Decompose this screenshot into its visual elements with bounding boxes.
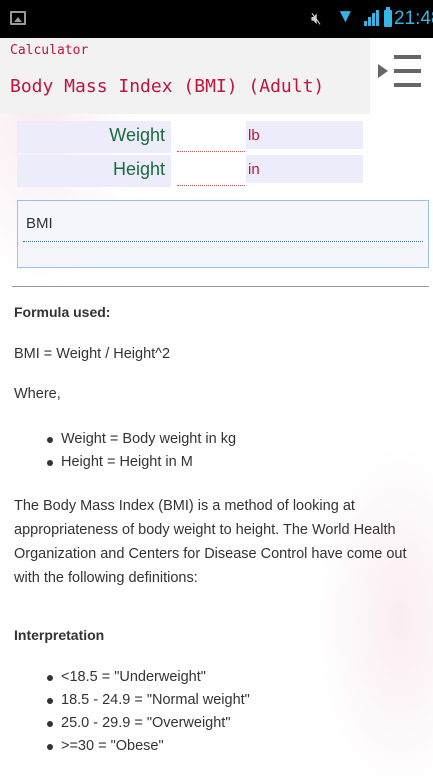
height-label: Height — [112, 159, 165, 179]
divider — [12, 286, 429, 287]
signal-icon — [364, 10, 380, 26]
formula-heading: Formula used: — [14, 304, 111, 320]
status-bar: 🔇︎ ▼ 21:48 — [0, 0, 433, 38]
list-item: 25.0 - 29.9 = "Overweight" — [47, 712, 250, 735]
list-item: >=30 = "Obese" — [47, 735, 250, 758]
bmi-result-box: BMI — [17, 200, 429, 268]
status-time: 21:48 — [394, 8, 433, 29]
app-header: Calculator Body Mass Index (BMI) (Adult) — [0, 38, 370, 114]
height-unit: in — [248, 161, 260, 178]
weight-input[interactable] — [177, 121, 245, 152]
interpretation-list: <18.5 = "Underweight" 18.5 - 24.9 = "Nor… — [47, 666, 250, 758]
bmi-result-label: BMI — [26, 215, 53, 232]
weight-label: Weight — [109, 125, 165, 145]
list-item: Height = Height in M — [47, 451, 236, 474]
page-title: Body Mass Index (BMI) (Adult) — [10, 76, 325, 97]
notification-icon — [10, 11, 26, 25]
app-name: Calculator — [10, 43, 89, 58]
mute-icon: 🔇︎ — [311, 9, 322, 28]
list-item: Weight = Body weight in kg — [47, 428, 236, 451]
formula-text: BMI = Weight / Height^2 — [14, 346, 171, 362]
height-input[interactable] — [177, 155, 245, 186]
description-text: The Body Mass Index (BMI) is a method of… — [14, 498, 407, 586]
where-text: Where, — [14, 386, 61, 402]
list-item: 18.5 - 24.9 = "Normal weight" — [47, 689, 250, 712]
where-list: Weight = Body weight in kg Height = Heig… — [47, 428, 236, 474]
interpretation-heading: Interpretation — [14, 627, 105, 643]
menu-button[interactable] — [378, 55, 424, 95]
battery-icon — [384, 7, 392, 27]
wifi-icon: ▼ — [336, 6, 355, 27]
list-item: <18.5 = "Underweight" — [47, 666, 250, 689]
weight-unit: lb — [248, 127, 260, 144]
